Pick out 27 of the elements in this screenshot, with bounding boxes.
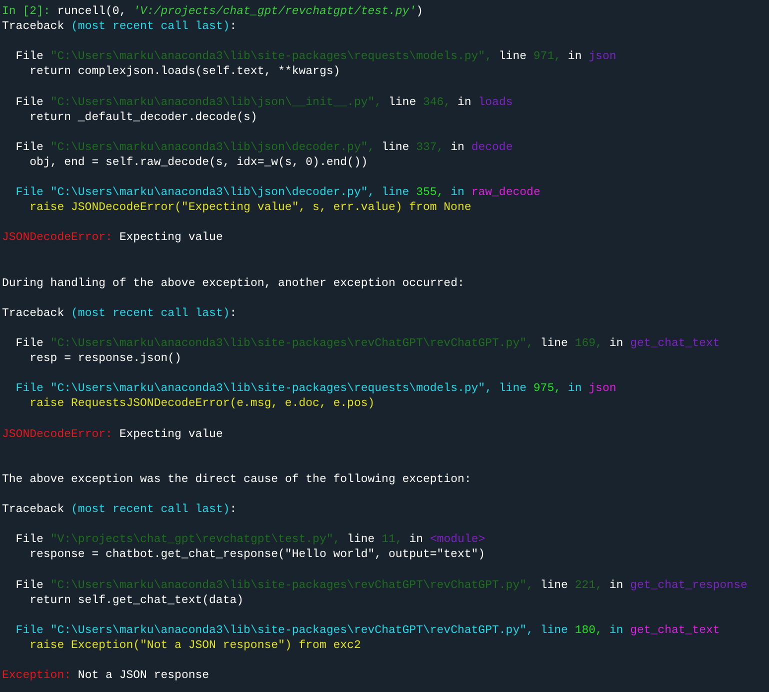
chain-message: During handling of the above exception, another exception occurred: [2,276,464,291]
frame-location: File "C:\Users\marku\anaconda3\lib\json\__init__.py", line 346, in loads [14,94,513,110]
traceback-header: Traceback (most recent call last): [2,19,237,34]
source-line: return _default_decoder.decode(s) [28,110,258,125]
prompt-line: In [2]: runcell(0, 'V:/projects/chat_gpt/revchatgpt/test.py') [2,4,423,20]
error-message: Exception: Not a JSON response [2,668,210,684]
frame-location: File "V:\projects\chat_gpt\revchatgpt\test.py", line 11, in <module> [14,532,486,548]
source-line: response = chatbot.get_chat_response("Hello world", output="text") [28,547,486,562]
frame-location: File "C:\Users\marku\anaconda3\lib\site-packages\revChatGPT\revChatGPT.py", line 221, in get_chat_response [14,578,748,593]
frame-location: File "C:\Users\marku\anaconda3\lib\json\decoder.py", line 355, in raw_decode [14,185,540,200]
source-line: return complexjson.loads(self.text, **kwargs) [28,64,340,80]
source-line: raise Exception("Not a JSON response") from exc2 [28,638,361,654]
chain-message: The above exception was the direct cause of the following exception: [2,472,472,487]
source-line: raise RequestsJSONDecodeError(e.msg, e.doc, e.pos) [28,396,375,412]
traceback-header: Traceback (most recent call last): [2,502,237,518]
traceback-header: Traceback (most recent call last): [2,306,237,321]
source-line: raise JSONDecodeError("Expecting value", s, err.value) from None [28,200,472,216]
source-line: obj, end = self.raw_decode(s, idx=_w(s, 0).end()) [28,154,368,170]
source-line: resp = response.json() [28,351,182,366]
frame-location: File "C:\Users\marku\anaconda3\lib\site-packages\requests\models.py", line 975, in json [14,381,616,396]
frame-location: File "C:\Users\marku\anaconda3\lib\json\decoder.py", line 337, in decode [14,140,513,155]
frame-location: File "C:\Users\marku\anaconda3\lib\site-packages\revChatGPT\revChatGPT.py", line 180, in get_chat_text [14,622,720,638]
source-line: return self.get_chat_text(data) [28,592,244,608]
frame-location: File "C:\Users\marku\anaconda3\lib\site-packages\revChatGPT\revChatGPT.py", line 169, in get_chat_text [14,336,720,352]
error-message: JSONDecodeError: Expecting value [2,426,223,442]
error-message: JSONDecodeError: Expecting value [2,230,223,246]
frame-location: File "C:\Users\marku\anaconda3\lib\site-packages\requests\models.py", line 971, in json [14,49,616,64]
